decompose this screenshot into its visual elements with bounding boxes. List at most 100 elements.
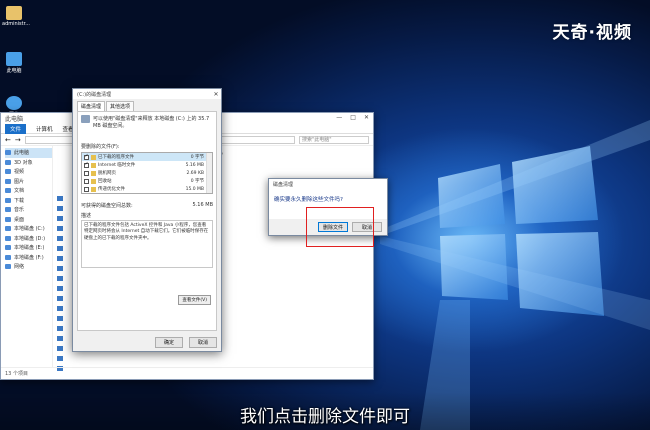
window-controls: — □ ✕ xyxy=(336,114,369,121)
list-item[interactable]: 回收站 0 字节 xyxy=(82,177,212,185)
minimize-button[interactable]: — xyxy=(336,114,342,121)
folder-icon xyxy=(5,207,11,213)
nav-item-label: 桌面 xyxy=(14,216,25,223)
checkbox[interactable] xyxy=(84,161,89,168)
tab-disk-cleanup[interactable]: 磁盘清理 xyxy=(77,101,106,111)
tab-more-options[interactable]: 其他选项 xyxy=(106,101,135,111)
ribbon-tab-computer[interactable]: 计算机 xyxy=(36,125,53,133)
description-header: 描述 xyxy=(81,213,92,219)
nav-item[interactable]: 图片 xyxy=(5,177,52,187)
folder-icon xyxy=(5,264,11,270)
list-item-label: 传递优化文件 xyxy=(98,187,125,192)
view-files-button[interactable]: 查看文件(V) xyxy=(178,295,211,305)
list-item[interactable]: Internet 临时文件5.16 MB xyxy=(82,161,212,169)
nav-item-label: 3D 对象 xyxy=(14,159,33,166)
close-icon[interactable]: ✕ xyxy=(211,91,221,98)
list-item-label: Internet 临时文件 xyxy=(98,163,136,168)
nav-item-label: 本地磁盘 (F:) xyxy=(14,254,44,261)
folder-icon xyxy=(5,188,11,194)
folder-icon xyxy=(91,162,96,168)
folder-icon xyxy=(5,235,11,241)
folder-icon xyxy=(6,6,22,20)
nav-item[interactable]: 此电脑 xyxy=(5,148,52,158)
description-text: 已下载的程序文件包括 ActiveX 控件和 Java 小程序，您查看特定网页时… xyxy=(81,220,213,268)
confirm-title: 磁盘清理 xyxy=(273,181,294,188)
close-button[interactable]: ✕ xyxy=(364,114,369,121)
list-item-label: 脱机网页 xyxy=(98,171,116,176)
folder-icon xyxy=(5,169,11,175)
desktop-icon-user-folder[interactable]: administr... xyxy=(2,6,30,27)
nav-item[interactable]: 音乐 xyxy=(5,205,52,215)
nav-item-label: 网络 xyxy=(14,264,25,271)
folder-icon xyxy=(91,170,96,176)
cleanup-footer: 确定 取消 xyxy=(155,337,217,348)
total-space-value: 5.16 MB xyxy=(192,202,213,208)
highlight-box xyxy=(306,207,374,247)
network-icon xyxy=(6,96,22,110)
cancel-button[interactable]: 取消 xyxy=(189,337,217,348)
nav-item[interactable]: 本地磁盘 (D:) xyxy=(5,234,52,244)
nav-item-label: 视频 xyxy=(14,169,25,176)
list-item[interactable]: 已下载的程序文件0 字节 xyxy=(82,153,212,161)
ok-button[interactable]: 确定 xyxy=(155,337,183,348)
drive-icon xyxy=(81,115,90,123)
folder-icon xyxy=(5,226,11,232)
folder-icon xyxy=(91,178,96,184)
nav-item-label: 音乐 xyxy=(14,207,25,214)
search-input[interactable]: 搜索"此电脑" xyxy=(299,135,369,144)
nav-item[interactable]: 本地磁盘 (E:) xyxy=(5,243,52,253)
nav-item[interactable]: 本地磁盘 (C:) xyxy=(5,224,52,234)
ribbon-tab-file[interactable]: 文件 xyxy=(5,123,27,134)
nav-item[interactable]: 网络 xyxy=(5,262,52,272)
disk-cleanup-dialog: (C:)的磁盘清理 ✕ 磁盘清理 其他选项 可以使用"磁盘清理"来释放 本地磁盘… xyxy=(72,88,222,352)
nav-item-label: 图片 xyxy=(14,178,25,185)
checkbox[interactable] xyxy=(84,178,89,184)
computer-icon xyxy=(6,52,22,66)
files-to-delete-label: 要删除的文件(F): xyxy=(81,144,120,150)
list-scrollbar[interactable] xyxy=(206,153,212,193)
nav-item[interactable]: 文档 xyxy=(5,186,52,196)
list-item-label: 已下载的程序文件 xyxy=(98,155,134,160)
navigation-pane: 此电脑 3D 对象视频图片文档 下载 音乐桌面本地磁盘 (C:) 本地磁盘 (D:) 本地… xyxy=(1,146,53,367)
status-bar: 13 个项目 xyxy=(1,367,373,379)
cleanup-tabs: 磁盘清理 其他选项 xyxy=(73,99,221,111)
folder-icon xyxy=(5,197,11,203)
file-icon-column xyxy=(57,196,65,376)
back-arrow-icon[interactable]: ← xyxy=(5,136,11,144)
list-item[interactable]: 传递优化文件 15.0 MB xyxy=(82,185,212,193)
desktop-icon-label: 此电脑 xyxy=(6,68,22,74)
nav-item-label: 本地磁盘 (C:) xyxy=(14,226,45,233)
forward-arrow-icon[interactable]: → xyxy=(15,136,21,144)
cleanup-header: 可以使用"磁盘清理"来释放 本地磁盘 (C:) 上的 35.7 MB 磁盘空间。 xyxy=(81,115,213,133)
folder-icon xyxy=(91,186,96,192)
checkbox[interactable] xyxy=(84,186,89,192)
nav-item[interactable]: 3D 对象 xyxy=(5,158,52,168)
list-item-label: 回收站 xyxy=(98,179,112,184)
checkbox[interactable] xyxy=(84,153,89,160)
folder-icon xyxy=(5,150,11,156)
video-subtitle: 我们点击删除文件即可 xyxy=(240,407,410,427)
nav-item-label: 文档 xyxy=(14,188,25,195)
nav-item-label: 本地磁盘 (E:) xyxy=(14,245,45,252)
total-space-row: 可获得的磁盘空间总数: 5.16 MB xyxy=(81,202,213,209)
total-space-label: 可获得的磁盘空间总数: xyxy=(81,203,133,209)
nav-item[interactable]: 桌面 xyxy=(5,215,52,225)
folder-icon xyxy=(91,154,96,160)
nav-item[interactable]: 视频 xyxy=(5,167,52,177)
cleanup-title: (C:)的磁盘清理 xyxy=(77,91,112,98)
maximize-button[interactable]: □ xyxy=(350,114,356,121)
folder-icon xyxy=(5,178,11,184)
nav-item[interactable]: 下载 xyxy=(5,196,52,206)
list-item[interactable]: 脱机网页 2.69 KB xyxy=(82,169,212,177)
desktop-icon-this-pc[interactable]: 此电脑 xyxy=(2,52,26,74)
checkbox[interactable] xyxy=(84,170,89,176)
folder-icon xyxy=(5,254,11,260)
nav-item-label: 本地磁盘 (D:) xyxy=(14,235,46,242)
folder-icon xyxy=(5,216,11,222)
nav-item[interactable]: 本地磁盘 (F:) xyxy=(5,253,52,263)
files-to-delete-list: 已下载的程序文件0 字节Internet 临时文件5.16 MB脱机网页2.69… xyxy=(81,152,213,194)
explorer-title: 此电脑 xyxy=(5,116,24,123)
watermark-logo: 天奇·视频 xyxy=(552,23,632,43)
cleanup-header-text: 可以使用"磁盘清理"来释放 本地磁盘 (C:) 上的 35.7 MB 磁盘空间。 xyxy=(93,116,210,129)
desktop-icon-label: administr... xyxy=(2,21,30,27)
